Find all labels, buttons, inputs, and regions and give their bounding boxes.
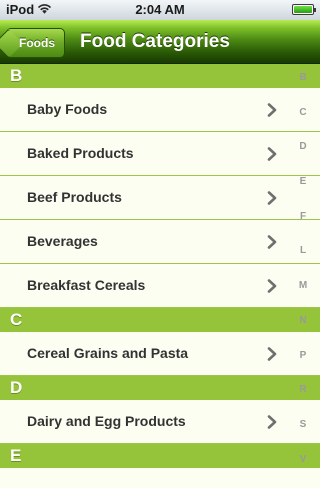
index-letter[interactable]: E	[292, 176, 314, 211]
index-letter[interactable]: M	[292, 280, 314, 315]
list-item[interactable]: Baby Foods	[0, 88, 320, 132]
list-item[interactable]: Beef Products	[0, 176, 320, 220]
section-header: C	[0, 308, 320, 332]
back-button-label: Foods	[19, 36, 55, 50]
chevron-right-icon	[267, 147, 277, 161]
list-item-label: Baby Foods	[27, 101, 108, 117]
navigation-bar: Foods Food Categories	[0, 20, 320, 64]
list-item-label: Baked Products	[27, 145, 134, 161]
list-item[interactable]: Breakfast Cereals	[0, 264, 320, 308]
index-letter[interactable]: V	[292, 454, 314, 488]
list-item-label: Breakfast Cereals	[27, 277, 146, 293]
section-header: B	[0, 64, 320, 88]
chevron-right-icon	[267, 415, 277, 429]
section-index[interactable]: BCDEFLMNPRSV	[292, 72, 314, 488]
index-letter[interactable]: N	[292, 315, 314, 350]
section-header: D	[0, 376, 320, 400]
list-item-label: Beverages	[27, 233, 98, 249]
list-item[interactable]: Dairy and Egg Products	[0, 400, 320, 444]
chevron-right-icon	[267, 191, 277, 205]
chevron-right-icon	[267, 235, 277, 249]
section-header: E	[0, 444, 320, 468]
index-letter[interactable]: F	[292, 211, 314, 246]
chevron-right-icon	[267, 279, 277, 293]
status-time: 2:04 AM	[135, 2, 185, 17]
index-letter[interactable]: P	[292, 350, 314, 385]
list-item[interactable]: Baked Products	[0, 132, 320, 176]
list-item[interactable]: Cereal Grains and Pasta	[0, 332, 320, 376]
list-item-label: Cereal Grains and Pasta	[27, 345, 189, 361]
index-letter[interactable]: L	[292, 245, 314, 280]
battery-level-fill	[294, 6, 312, 13]
battery-icon	[292, 4, 316, 15]
list-item-label: Beef Products	[27, 189, 122, 205]
list-item[interactable]: Beverages	[0, 220, 320, 264]
category-list[interactable]: B Baby Foods Baked Products Beef Products Be…	[0, 64, 320, 480]
page-title: Food Categories	[80, 31, 230, 52]
index-letter[interactable]: R	[292, 384, 314, 419]
chevron-right-icon	[267, 347, 277, 361]
chevron-right-icon	[267, 103, 277, 117]
index-letter[interactable]: D	[292, 141, 314, 176]
back-button[interactable]: Foods	[6, 28, 65, 58]
list-item-label: Dairy and Egg Products	[27, 413, 186, 429]
index-letter[interactable]: B	[292, 72, 314, 107]
status-bar: iPod 2:04 AM	[0, 0, 320, 20]
index-letter[interactable]: S	[292, 419, 314, 454]
index-letter[interactable]: C	[292, 107, 314, 142]
